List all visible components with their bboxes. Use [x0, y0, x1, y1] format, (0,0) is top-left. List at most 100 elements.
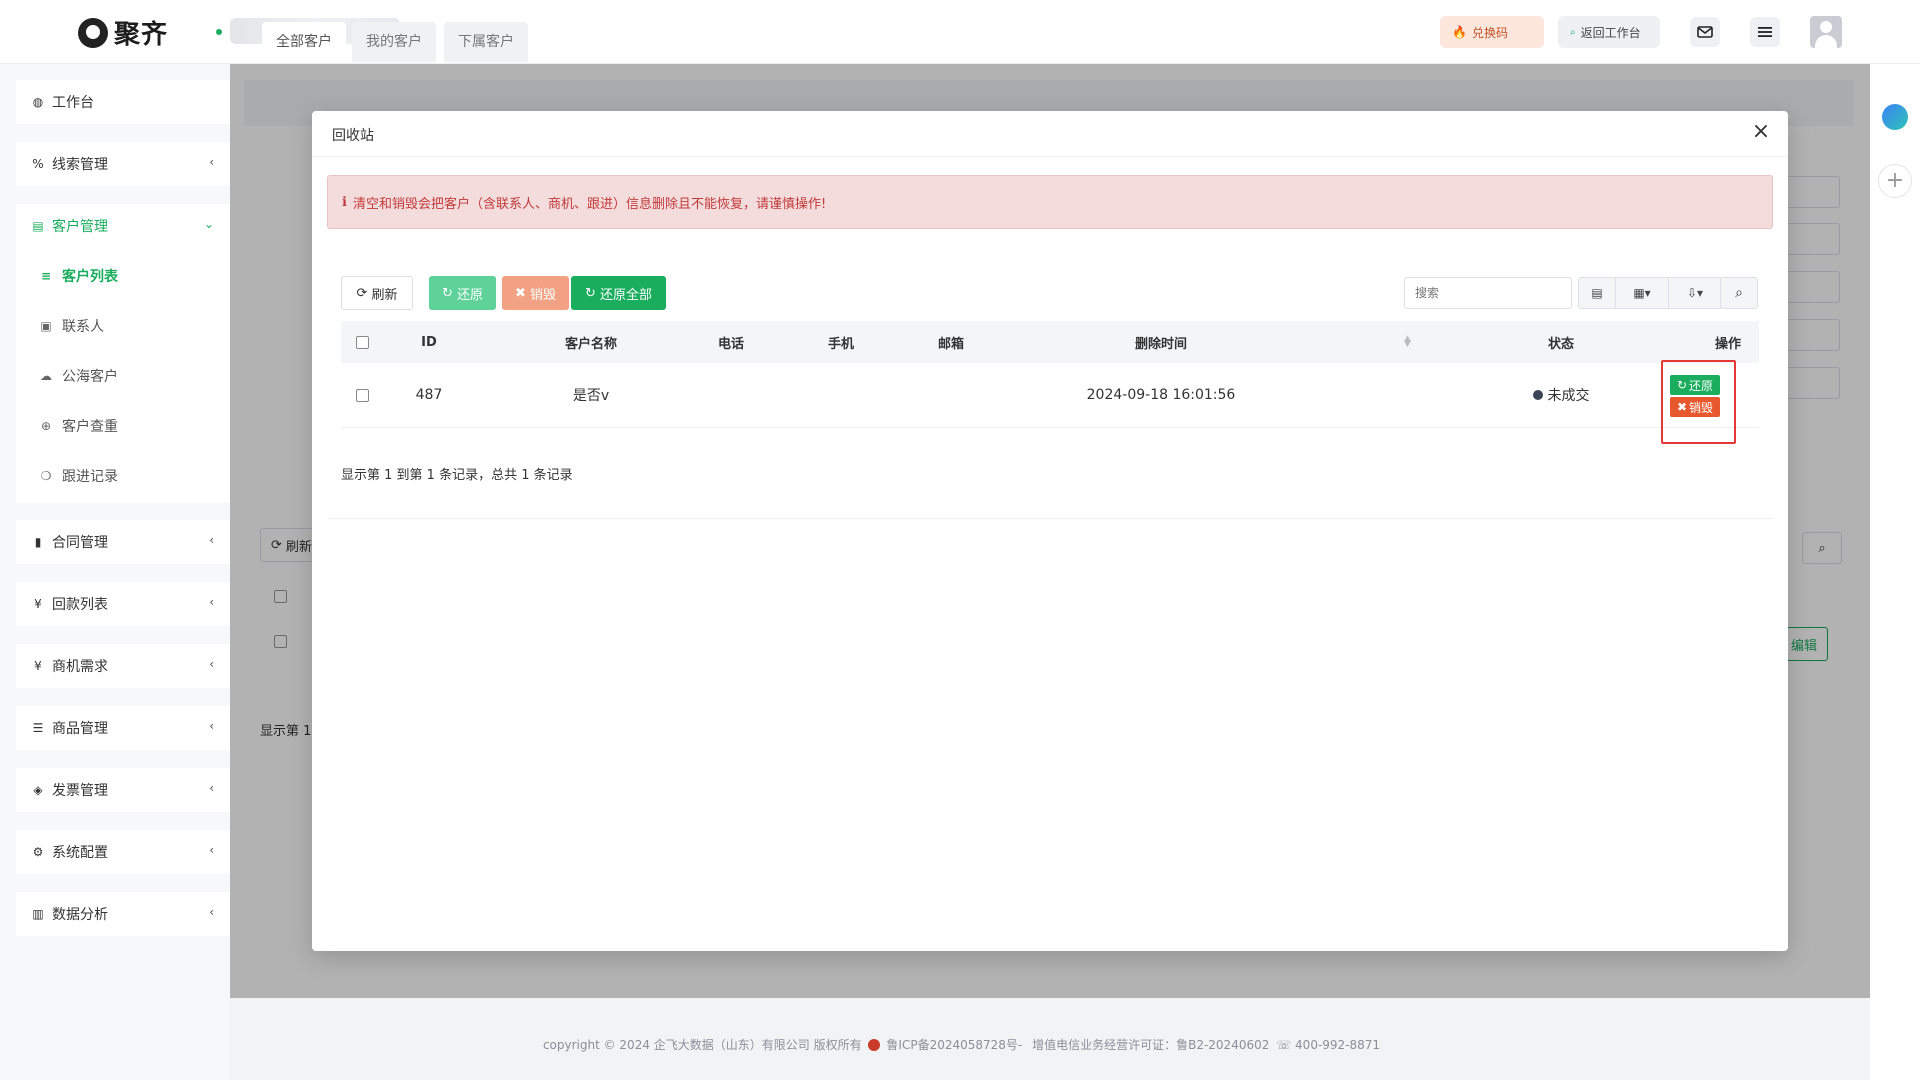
page-footer: copyright © 2024 企飞大数据（山东）有限公司 版权所有 鲁ICP… — [0, 1036, 1920, 1053]
sidebar-item-customers[interactable]: ▤ 客户管理 ⌄ — [16, 204, 230, 248]
destroy-button[interactable]: ✖ 销毁 — [502, 276, 569, 310]
col-phone[interactable]: 电话 — [691, 321, 771, 363]
columns-button[interactable]: ▦▾ — [1615, 277, 1669, 309]
restore-button[interactable]: ↻ 还原 — [429, 276, 496, 310]
modal-header: 回收站 × — [312, 111, 1788, 157]
row-destroy-button[interactable]: ✖ 销毁 — [1670, 397, 1720, 417]
undo-icon: ↻ — [442, 285, 453, 301]
sidebar-item-label: 客户管理 — [52, 219, 108, 235]
list-icon: ≡ — [40, 269, 52, 283]
mail-icon — [1697, 26, 1713, 38]
chevron-left-icon: ‹ — [209, 905, 214, 919]
row-destroy-label: 销毁 — [1689, 400, 1714, 415]
contact-icon: ▣ — [40, 319, 52, 333]
sidebar-sub-customer-list[interactable]: ≡ 客户列表 — [38, 256, 118, 296]
cell-deleted-time: 2024-09-18 16:01:56 — [1086, 387, 1236, 403]
link-icon: % — [32, 157, 44, 171]
times-icon: ✖ — [1676, 400, 1688, 414]
hamburger-icon — [1758, 27, 1772, 37]
menu-button[interactable] — [1750, 17, 1780, 47]
table-tools-group: ▤ ▦▾ ⇩▾ — [1578, 277, 1722, 309]
row-restore-button[interactable]: ↻ 还原 — [1670, 375, 1720, 395]
modal-title: 回收站 — [332, 128, 374, 144]
add-icon[interactable]: + — [1878, 164, 1912, 198]
sidebar-item-settings[interactable]: ⚙ 系统配置 ‹ — [16, 830, 230, 874]
sidebar-item-analytics[interactable]: ▥ 数据分析 ‹ — [16, 892, 230, 936]
restore-all-label: 还原全部 — [599, 287, 652, 303]
chat-assistant-icon[interactable] — [1882, 104, 1908, 130]
chevron-left-icon: ‹ — [209, 155, 214, 169]
col-mobile[interactable]: 手机 — [801, 321, 881, 363]
gears-icon: ⚙ — [32, 845, 44, 859]
sidebar-item-leads[interactable]: % 线索管理 ‹ — [16, 142, 230, 186]
chevron-left-icon: ‹ — [209, 595, 214, 609]
warning-alert-text: 清空和销毁会把客户（含联系人、商机、跟进）信息删除且不能恢复，请谨慎操作! — [352, 196, 827, 212]
sort-icon[interactable]: ▲ ▼ — [1404, 335, 1411, 349]
chevron-left-icon: ‹ — [209, 533, 214, 547]
id-card-icon: ▤ — [32, 219, 44, 233]
sidebar-sub-contacts[interactable]: ▣ 联系人 — [38, 306, 104, 346]
user-avatar[interactable] — [1810, 16, 1842, 48]
sidebar-item-payments[interactable]: ¥ 回款列表 ‹ — [16, 582, 230, 626]
cell-id: 487 — [415, 387, 443, 403]
mail-button[interactable] — [1690, 17, 1720, 47]
sub-item-label: 联系人 — [62, 319, 104, 335]
col-status[interactable]: 状态 — [1531, 321, 1591, 363]
cell-customer-name: 是否v — [572, 388, 610, 404]
chevron-down-icon: ⌄ — [203, 217, 214, 231]
row-checkbox[interactable] — [355, 388, 369, 402]
bar-chart-icon: ▥ — [32, 907, 44, 921]
sub-item-label: 客户查重 — [62, 419, 118, 435]
chevron-left-icon: ‹ — [209, 843, 214, 857]
dashboard-icon: ◍ — [32, 95, 44, 109]
yen-icon: ¥ — [34, 659, 42, 673]
tab-my-customers[interactable]: 我的客户 — [352, 22, 436, 62]
cell-email — [911, 363, 991, 427]
chevron-left-icon: ‹ — [209, 719, 214, 733]
select-all-checkbox[interactable] — [355, 335, 369, 349]
refresh-button[interactable]: ⟳ 刷新 — [341, 276, 413, 310]
sidebar-item-label: 商机需求 — [52, 659, 108, 675]
sidebar-item-label: 线索管理 — [52, 157, 108, 173]
sidebar-item-workbench[interactable]: ◍ 工作台 — [16, 80, 230, 124]
logo[interactable]: 聚齐 — [78, 14, 168, 51]
toggle-view-button[interactable]: ▤ — [1578, 277, 1616, 309]
cell-mobile — [801, 363, 881, 427]
pager-text: 显示第 1 到第 1 条记录，总共 1 条记录 — [341, 468, 573, 483]
sidebar-sub-public-customers[interactable]: ☁ 公海客户 — [38, 356, 118, 396]
exchange-code-button[interactable]: 🔥 兑换码 — [1440, 16, 1544, 48]
destroy-label: 销毁 — [529, 287, 556, 303]
sidebar-item-products[interactable]: ☰ 商品管理 ‹ — [16, 706, 230, 750]
times-icon: ✖ — [515, 285, 526, 301]
tab-all-customers[interactable]: 全部客户 — [262, 22, 346, 62]
restore-all-button[interactable]: ↻ 还原全部 — [571, 276, 666, 310]
search-button[interactable]: ⌕ — [1720, 277, 1758, 309]
col-deleted-time[interactable]: 删除时间 — [1101, 321, 1221, 363]
sidebar-item-invoices[interactable]: ◈ 发票管理 ‹ — [16, 768, 230, 812]
sidebar-item-contracts[interactable]: ▮ 合同管理 ‹ — [16, 520, 230, 564]
sidebar-item-label: 发票管理 — [52, 783, 108, 799]
sidebar-item-opportunities[interactable]: ¥ 商机需求 ‹ — [16, 644, 230, 688]
workspace-status-dot — [216, 29, 222, 35]
cloud-icon: ☁ — [40, 369, 52, 383]
search-icon: ⌕ — [1735, 285, 1743, 301]
return-workbench-button[interactable]: ⌕ 返回工作台 — [1558, 16, 1660, 48]
export-button[interactable]: ⇩▾ — [1668, 277, 1722, 309]
table-row: 487 是否v 2024-09-18 16:01:56 未成交 — [341, 363, 1759, 428]
close-icon[interactable]: × — [1748, 119, 1774, 145]
tab-subordinate-customers[interactable]: 下属客户 — [444, 22, 528, 62]
sidebar-item-label: 数据分析 — [52, 907, 108, 923]
sidebar-sub-followups[interactable]: ❍ 跟进记录 — [38, 456, 118, 496]
sidebar-sub-duplicate-check[interactable]: ⊕ 客户查重 — [38, 406, 118, 446]
police-badge-icon — [868, 1039, 881, 1051]
row-select-cell — [341, 363, 383, 427]
col-customer-name[interactable]: 客户名称 — [541, 321, 641, 363]
table-view-icon: ▤ — [1591, 286, 1603, 300]
footer-icp[interactable]: 鲁ICP备2024058728号- — [886, 1038, 1022, 1052]
status-text: 未成交 — [1547, 388, 1590, 404]
col-email[interactable]: 邮箱 — [911, 321, 991, 363]
search-input[interactable] — [1404, 277, 1572, 309]
tag-icon: ◈ — [33, 783, 43, 797]
sidebar-item-label: 商品管理 — [52, 721, 108, 737]
col-id[interactable]: ID — [399, 321, 459, 363]
